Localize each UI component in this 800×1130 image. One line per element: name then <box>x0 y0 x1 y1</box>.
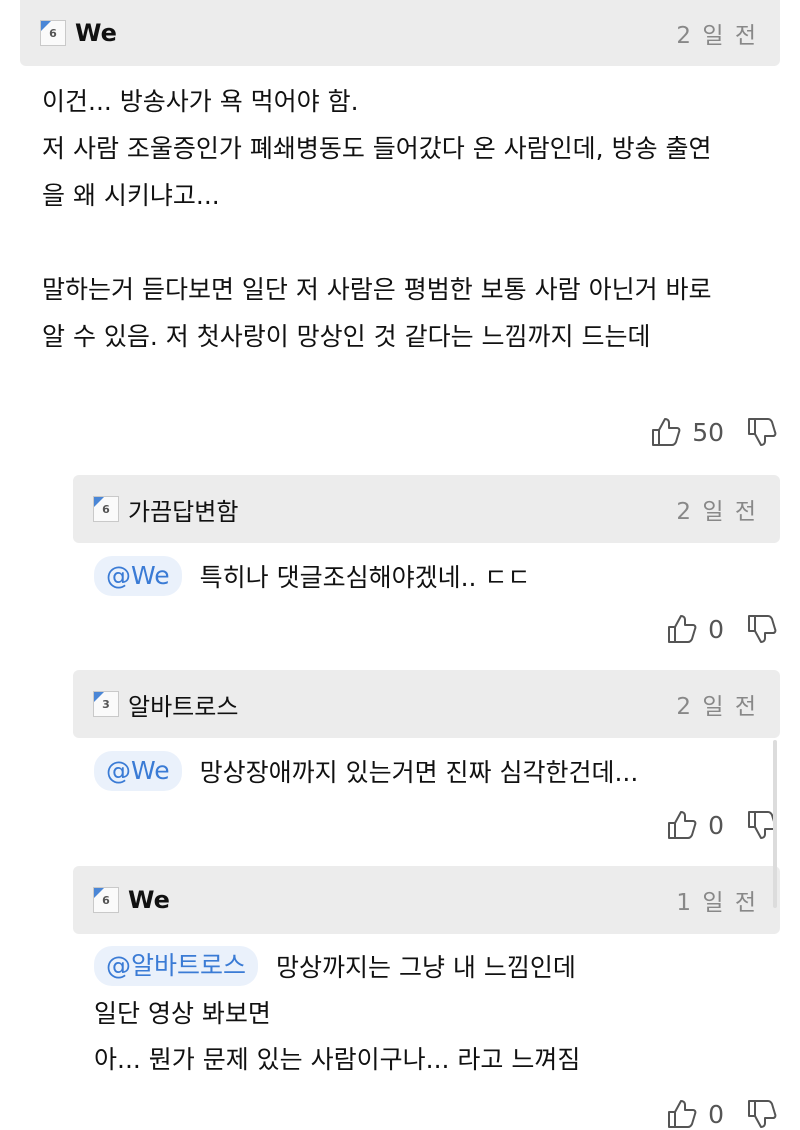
reply-author[interactable]: 알바트로스 <box>128 687 238 722</box>
reply-time: 2 일 전 <box>676 694 758 720</box>
reply-text: 특히나 댓글조심해야겠네.. ㄷㄷ <box>199 563 531 592</box>
reply-body: @We 특히나 댓글조심해야겠네.. ㄷㄷ <box>94 556 530 596</box>
thumbs-down-icon[interactable] <box>746 1098 778 1130</box>
comment-line: 알 수 있음. 저 첫사랑이 망상인 것 같다는 느낌까지 드는데 <box>42 322 651 351</box>
reply-time: 2 일 전 <box>676 499 758 525</box>
reply-text-line: 일단 영상 봐보면 <box>94 999 271 1028</box>
thumbs-up-icon[interactable] <box>666 1098 698 1130</box>
user-level-badge: 6 <box>40 20 66 46</box>
reply-header: 6 가끔답변함 2 일 전 <box>73 475 780 543</box>
like-count: 50 <box>692 417 724 447</box>
reply-text: 망상장애까지 있는거면 진짜 심각한건데... <box>199 758 639 787</box>
mention-tag[interactable]: @We <box>94 751 182 791</box>
scrollbar[interactable] <box>773 740 777 908</box>
thumbs-up-icon[interactable] <box>666 809 698 841</box>
reply-header: 6 We 1 일 전 <box>73 866 780 934</box>
comment-line: 이건... 방송사가 욕 먹어야 함. <box>42 87 359 116</box>
comment-actions: 50 <box>650 416 778 448</box>
reply-author[interactable]: We <box>128 886 170 914</box>
reply-body: @We 망상장애까지 있는거면 진짜 심각한건데... <box>94 751 638 791</box>
thumbs-up-icon[interactable] <box>666 613 698 645</box>
comment-line: 저 사람 조울증인가 폐쇄병동도 들어갔다 온 사람인데, 방송 출연 <box>42 134 712 163</box>
thumbs-down-icon[interactable] <box>746 416 778 448</box>
comment-line <box>42 219 712 266</box>
comment-header: 6 We 2 일 전 <box>20 0 780 66</box>
reply-actions: 0 <box>666 809 778 841</box>
reply-author[interactable]: 가끔답변함 <box>128 492 238 527</box>
comment-author[interactable]: We <box>75 19 117 47</box>
user-level-badge: 6 <box>93 887 119 913</box>
reply-time: 1 일 전 <box>676 890 758 916</box>
user-level-badge: 3 <box>93 691 119 717</box>
thumbs-up-icon[interactable] <box>650 416 682 448</box>
user-level-badge: 6 <box>93 496 119 522</box>
reply-text-line: 아... 뭔가 문제 있는 사람이구나... 라고 느껴짐 <box>94 1045 581 1074</box>
like-count: 0 <box>708 1099 724 1129</box>
reply-body: @알바트로스 망상까지는 그냥 내 느낌인데 <box>94 946 576 986</box>
reply-actions: 0 <box>666 1098 778 1130</box>
comment-time: 2 일 전 <box>676 23 758 49</box>
mention-tag[interactable]: @We <box>94 556 182 596</box>
like-count: 0 <box>708 810 724 840</box>
comment-line: 말하는거 듣다보면 일단 저 사람은 평범한 보통 사람 아닌거 바로 <box>42 275 712 304</box>
mention-tag[interactable]: @알바트로스 <box>94 946 259 986</box>
comment-line: 을 왜 시키냐고... <box>42 181 220 210</box>
like-count: 0 <box>708 614 724 644</box>
thumbs-down-icon[interactable] <box>746 613 778 645</box>
reply-actions: 0 <box>666 613 778 645</box>
reply-text: 망상까지는 그냥 내 느낌인데 <box>276 953 576 982</box>
reply-header: 3 알바트로스 2 일 전 <box>73 670 780 738</box>
comment-body: 이건... 방송사가 욕 먹어야 함. 저 사람 조울증인가 폐쇄병동도 들어갔… <box>42 78 712 360</box>
